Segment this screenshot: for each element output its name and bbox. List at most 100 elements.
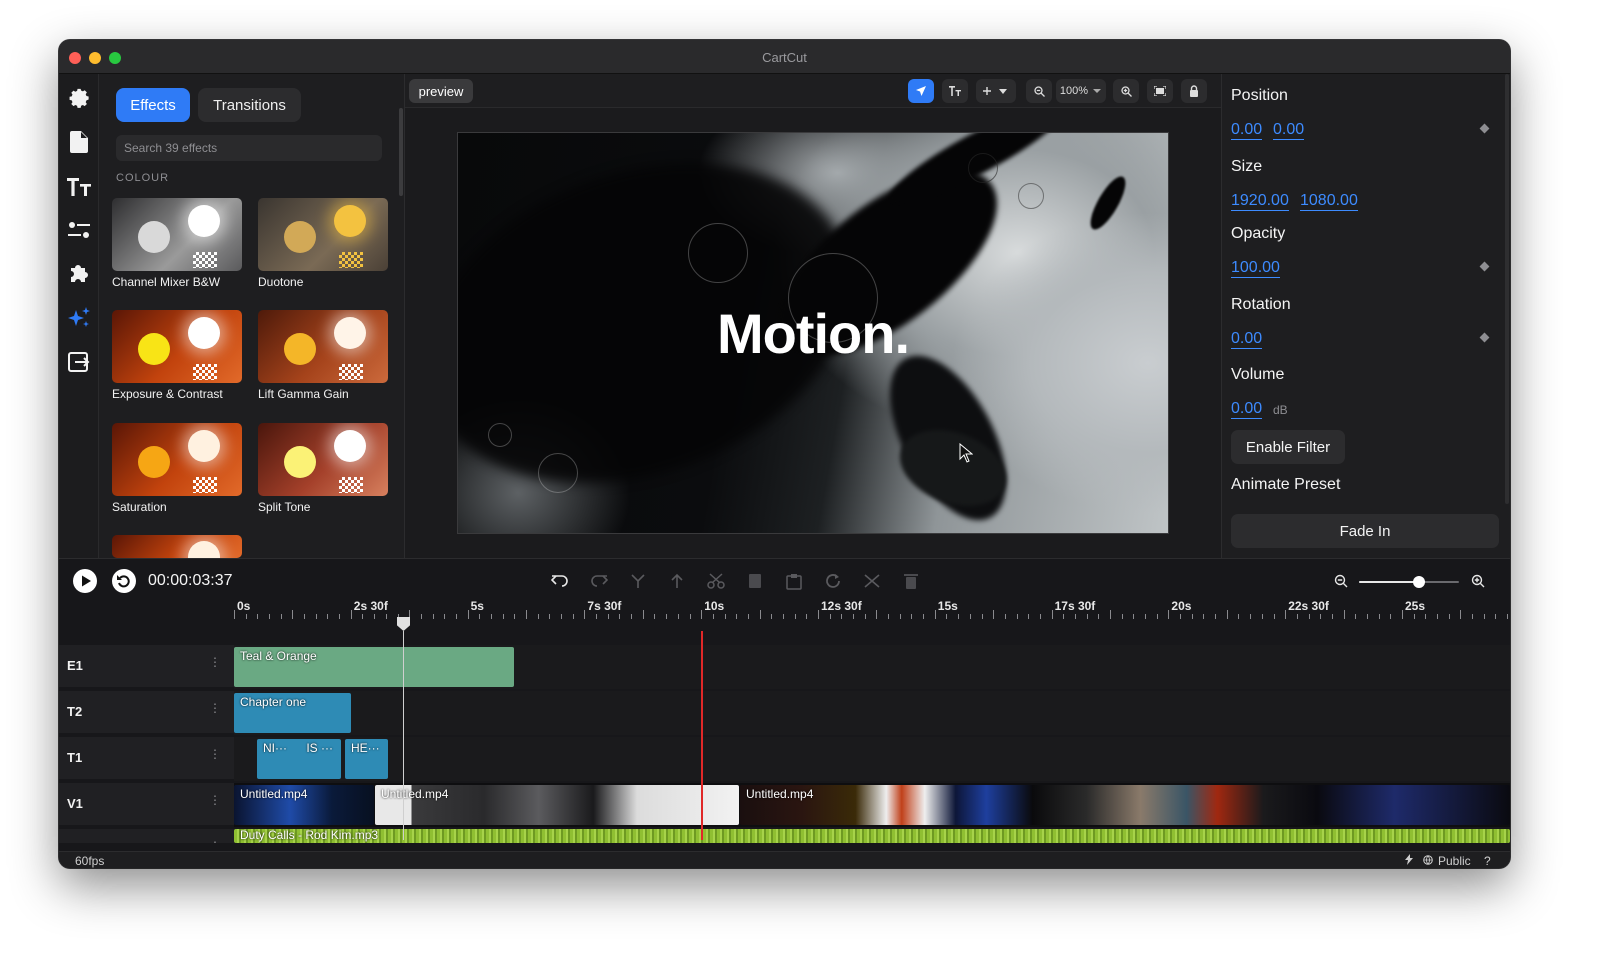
audio-clip[interactable]: Duty Calls - Rod Kim.mp3	[234, 829, 1510, 843]
track-lane[interactable]: Teal & Orange	[234, 645, 1510, 689]
track-menu-icon[interactable]: ⋮	[209, 793, 221, 807]
video-clip[interactable]: Untitled.mp4	[234, 785, 374, 825]
timeline-ruler[interactable]: 0s 2s 30f 5s 7s 30f 10s 12s 30f 15s 17s 30f 20s 2…	[234, 597, 1510, 643]
text-clip[interactable]: NI··· IS ···	[257, 739, 341, 779]
video-preview-canvas[interactable]: Motion.	[457, 132, 1169, 534]
effect-thumbnail-exposure[interactable]	[112, 310, 242, 383]
ruler-tick	[1098, 614, 1100, 619]
effects-scrollbar[interactable]	[399, 108, 403, 196]
opacity-field[interactable]: 100.00	[1231, 258, 1280, 278]
puzzle-icon[interactable]	[67, 262, 91, 286]
track-menu-icon[interactable]: ⋮	[209, 839, 221, 843]
add-dropdown[interactable]	[976, 79, 1016, 103]
tab-transitions[interactable]: Transitions	[198, 88, 301, 122]
ruler-tick	[1086, 614, 1088, 619]
timeline-zoom-out-icon[interactable]	[1329, 569, 1353, 593]
play-button[interactable]	[73, 569, 97, 593]
effect-thumbnail-lift-gamma-gain[interactable]	[258, 310, 388, 383]
ruler-tick	[1472, 614, 1474, 619]
preview-panel: preview 100% Motion.	[405, 74, 1221, 558]
gear-icon[interactable]	[67, 86, 91, 110]
ruler-tick	[374, 614, 376, 619]
position-y-field[interactable]: 0.00	[1273, 120, 1305, 140]
track-lane[interactable]: NI··· IS ··· HE···	[234, 737, 1510, 781]
text-icon[interactable]	[67, 174, 91, 198]
effect-thumbnail-duotone[interactable]	[258, 198, 388, 271]
ruler-tick	[1285, 610, 1287, 619]
timeline-zoom-in-icon[interactable]	[1466, 569, 1490, 593]
sparkles-icon[interactable]	[67, 306, 91, 330]
ruler-tick	[537, 614, 539, 619]
zoom-slider-thumb[interactable]	[1413, 576, 1425, 588]
ruler-tick	[1168, 610, 1170, 619]
lift-icon[interactable]	[665, 569, 689, 593]
preview-chip[interactable]: preview	[409, 79, 473, 103]
video-clip[interactable]: Untitled.mp4	[375, 785, 739, 825]
track-menu-icon[interactable]: ⋮	[209, 747, 221, 761]
effect-thumbnail-partial[interactable]	[112, 535, 242, 558]
ruler-tick	[1215, 614, 1217, 619]
preview-overlay-title[interactable]: Motion.	[458, 301, 1168, 366]
help-button[interactable]: ?	[1484, 854, 1491, 868]
properties-scrollbar[interactable]	[1505, 74, 1509, 504]
ruler-tick	[654, 614, 656, 619]
ruler-tick	[1343, 610, 1345, 619]
keyframe-diamond-icon[interactable]	[1479, 261, 1490, 272]
redo-icon[interactable]	[587, 569, 611, 593]
ruler-tick	[490, 614, 492, 619]
text-clip[interactable]: Chapter one	[234, 693, 351, 733]
text-tool-icon[interactable]	[942, 79, 968, 103]
scissors-icon[interactable]	[704, 569, 728, 593]
fit-screen-icon[interactable]	[1147, 79, 1173, 103]
select-arrow-icon[interactable]	[908, 79, 934, 103]
export-icon[interactable]	[67, 350, 91, 374]
tab-effects[interactable]: Effects	[116, 88, 190, 122]
ruler-tick	[1028, 614, 1030, 619]
position-x-field[interactable]: 0.00	[1231, 120, 1263, 140]
ruler-tick	[853, 614, 855, 619]
playhead[interactable]	[701, 631, 703, 840]
trash-icon[interactable]	[899, 569, 923, 593]
ruler-tick	[677, 614, 679, 619]
track-lane[interactable]: Untitled.mp4 Untitled.mp4 Untitled.mp4	[234, 783, 1510, 827]
enable-filter-button[interactable]: Enable Filter	[1231, 430, 1345, 464]
effect-thumbnail-saturation[interactable]	[112, 423, 242, 496]
title-bar: CartCut	[59, 40, 1510, 74]
zoom-in-icon[interactable]	[1113, 79, 1139, 103]
effects-search-input[interactable]	[116, 135, 382, 161]
fade-in-button[interactable]: Fade In	[1231, 514, 1499, 548]
restart-icon[interactable]	[112, 569, 136, 593]
zoom-level-select[interactable]: 100%	[1056, 79, 1106, 103]
track-name: E1	[67, 658, 83, 673]
file-icon[interactable]	[67, 130, 91, 154]
effect-thumbnail-channel-mixer[interactable]	[112, 198, 242, 271]
bolt-icon[interactable]	[1405, 854, 1413, 868]
effect-thumbnail-split-tone[interactable]	[258, 423, 388, 496]
undo-icon[interactable]	[548, 569, 572, 593]
volume-field[interactable]: 0.00	[1231, 399, 1263, 419]
sliders-icon[interactable]	[67, 218, 91, 242]
keyframe-diamond-icon[interactable]	[1479, 123, 1490, 134]
timeline-zoom-slider[interactable]	[1359, 576, 1459, 588]
effect-clip[interactable]: Teal & Orange	[234, 647, 514, 687]
ripple-delete-icon[interactable]	[860, 569, 884, 593]
loop-icon[interactable]	[821, 569, 845, 593]
size-height-field[interactable]: 1080.00	[1300, 191, 1358, 211]
size-width-field[interactable]: 1920.00	[1231, 191, 1289, 211]
split-icon[interactable]	[626, 569, 650, 593]
ruler-tick	[829, 614, 831, 619]
track-menu-icon[interactable]: ⋮	[209, 701, 221, 715]
paste-icon[interactable]	[782, 569, 806, 593]
visibility-toggle[interactable]: Public	[1438, 854, 1471, 868]
lock-icon[interactable]	[1181, 79, 1207, 103]
track-t1: T1 ⋮ NI··· IS ··· HE···	[59, 737, 1510, 781]
keyframe-diamond-icon[interactable]	[1479, 332, 1490, 343]
text-clip[interactable]: HE···	[345, 739, 388, 779]
track-menu-icon[interactable]: ⋮	[209, 655, 221, 669]
rotation-field[interactable]: 0.00	[1231, 329, 1263, 349]
track-lane[interactable]: Chapter one	[234, 691, 1510, 735]
track-lane[interactable]: Duty Calls - Rod Kim.mp3	[234, 829, 1510, 843]
zoom-out-icon[interactable]	[1026, 79, 1052, 103]
copy-icon[interactable]	[743, 569, 767, 593]
video-clip[interactable]: Untitled.mp4	[740, 785, 1510, 825]
